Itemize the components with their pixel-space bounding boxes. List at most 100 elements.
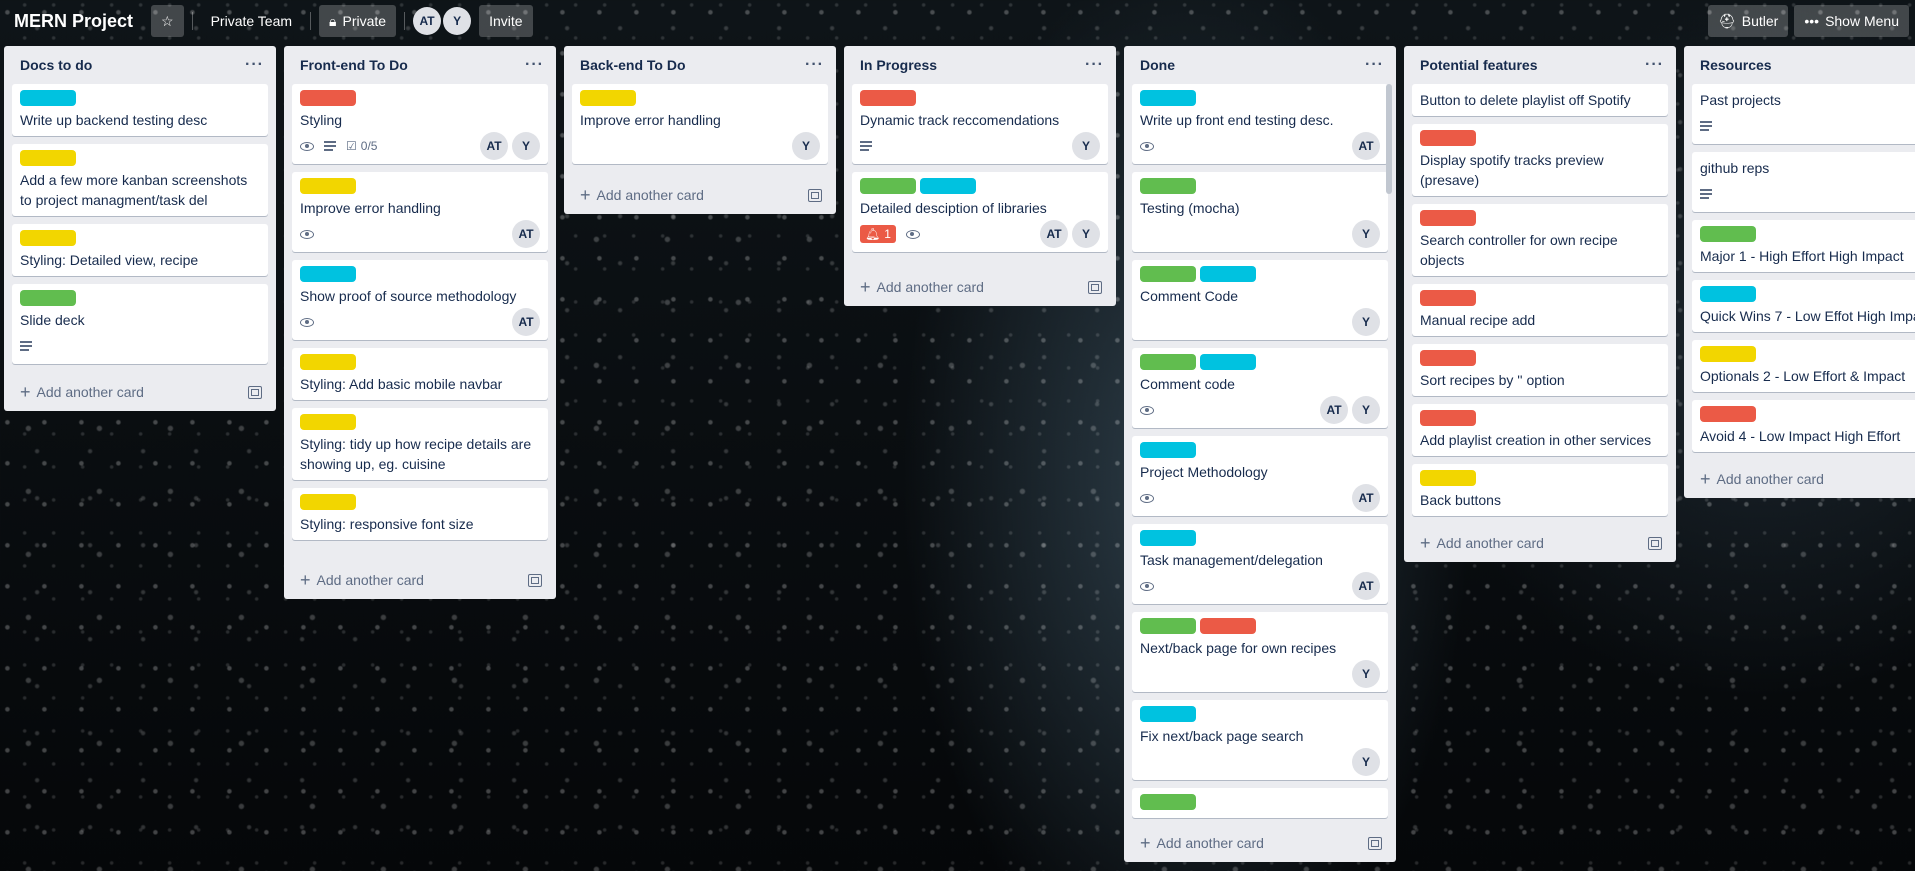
label-blue[interactable] [20, 90, 76, 106]
avatar[interactable]: Y [443, 7, 472, 35]
card[interactable]: Styling: Detailed view, recipe [12, 224, 268, 276]
label-yellow[interactable] [20, 230, 76, 246]
card[interactable]: Dynamic track reccomendations Y [852, 84, 1108, 164]
card[interactable]: Styling: responsive font size [292, 488, 548, 540]
label-yellow[interactable] [1700, 346, 1756, 362]
avatar[interactable]: AT [1352, 572, 1380, 600]
card[interactable]: Button to delete playlist off Spotify [1412, 84, 1668, 116]
card[interactable]: Display spotify tracks preview (presave) [1412, 124, 1668, 196]
avatar[interactable]: AT [1352, 132, 1380, 160]
list-title[interactable]: Front-end To Do [300, 57, 408, 73]
list-scrollbar[interactable] [1386, 84, 1392, 194]
label-green[interactable] [1140, 618, 1196, 634]
label-blue[interactable] [1140, 706, 1196, 722]
label-red[interactable] [1700, 406, 1756, 422]
add-card-button[interactable]: + Add another card [572, 176, 828, 214]
label-red[interactable] [1420, 290, 1476, 306]
card[interactable]: Back buttons [1412, 464, 1668, 516]
card[interactable]: Next/back page for own recipes Y [1132, 612, 1388, 692]
label-yellow[interactable] [300, 414, 356, 430]
add-card-button[interactable]: + Add another card [1692, 460, 1915, 498]
card[interactable] [1132, 788, 1388, 818]
card-template-icon[interactable] [528, 573, 542, 587]
label-blue[interactable] [1140, 90, 1196, 106]
list-menu-icon[interactable]: ··· [525, 56, 544, 74]
add-card-button[interactable]: + Add another card [1412, 524, 1668, 562]
card-template-icon[interactable] [808, 188, 822, 202]
label-yellow[interactable] [20, 150, 76, 166]
label-red[interactable] [1420, 210, 1476, 226]
label-blue[interactable] [1140, 442, 1196, 458]
card-template-icon[interactable] [248, 385, 262, 399]
list-title[interactable]: Resources [1700, 57, 1772, 73]
label-blue[interactable] [1200, 354, 1256, 370]
label-red[interactable] [1420, 350, 1476, 366]
card[interactable]: Improve error handling AT [292, 172, 548, 252]
card[interactable]: Quick Wins 7 - Low Effot High Impact [1692, 280, 1915, 332]
add-card-button[interactable]: + Add another card [292, 561, 548, 599]
card[interactable]: github reps [1692, 152, 1915, 212]
label-green[interactable] [1140, 266, 1196, 282]
avatar[interactable]: AT [512, 220, 540, 248]
card[interactable]: Optionals 2 - Low Effort & Impact [1692, 340, 1915, 392]
label-red[interactable] [1200, 618, 1256, 634]
label-yellow[interactable] [300, 178, 356, 194]
add-card-button[interactable]: + Add another card [852, 268, 1108, 306]
add-card-button[interactable]: + Add another card [12, 373, 268, 411]
card-template-icon[interactable] [1088, 280, 1102, 294]
avatar[interactable]: Y [512, 132, 540, 160]
card[interactable]: Styling: Add basic mobile navbar [292, 348, 548, 400]
list-title[interactable]: Potential features [1420, 57, 1537, 73]
avatar[interactable]: Y [1352, 748, 1380, 776]
avatar[interactable]: Y [1072, 220, 1100, 248]
star-button[interactable]: ☆ [151, 5, 184, 37]
card[interactable]: Styling ☑ 0/5 AT Y [292, 84, 548, 164]
label-green[interactable] [860, 178, 916, 194]
card[interactable]: Manual recipe add [1412, 284, 1668, 336]
list-menu-icon[interactable]: ··· [1645, 56, 1664, 74]
card[interactable]: Fix next/back page search Y [1132, 700, 1388, 780]
list-menu-icon[interactable]: ··· [805, 56, 824, 74]
card[interactable]: Avoid 4 - Low Impact High Effort [1692, 400, 1915, 452]
card[interactable]: Add playlist creation in other services [1412, 404, 1668, 456]
list-menu-icon[interactable]: ··· [1085, 56, 1104, 74]
label-green[interactable] [1140, 354, 1196, 370]
avatar[interactable]: Y [792, 132, 820, 160]
invite-button[interactable]: Invite [479, 5, 533, 37]
label-blue[interactable] [300, 266, 356, 282]
avatar[interactable]: AT [512, 308, 540, 336]
label-blue[interactable] [1700, 286, 1756, 302]
card[interactable]: Sort recipes by '' option [1412, 344, 1668, 396]
card[interactable]: Detailed desciption of libraries 🔔︎ 1 AT Y [852, 172, 1108, 252]
card[interactable]: Project Methodology AT [1132, 436, 1388, 516]
list-title[interactable]: Docs to do [20, 57, 92, 73]
list-title[interactable]: Back-end To Do [580, 57, 686, 73]
label-blue[interactable] [920, 178, 976, 194]
avatar[interactable]: AT [413, 7, 442, 35]
card[interactable]: Past projects [1692, 84, 1915, 144]
card[interactable]: Major 1 - High Effort High Impact [1692, 220, 1915, 272]
card-template-icon[interactable] [1368, 836, 1382, 850]
card[interactable]: Comment code AT Y [1132, 348, 1388, 428]
label-yellow[interactable] [300, 494, 356, 510]
label-blue[interactable] [1200, 266, 1256, 282]
list-title[interactable]: In Progress [860, 57, 937, 73]
label-red[interactable] [1420, 410, 1476, 426]
avatar[interactable]: AT [1352, 484, 1380, 512]
list-menu-icon[interactable]: ··· [1365, 56, 1384, 74]
avatar[interactable]: Y [1352, 396, 1380, 424]
label-red[interactable] [1420, 130, 1476, 146]
card[interactable]: Add a few more kanban screenshots to pro… [12, 144, 268, 216]
label-red[interactable] [300, 90, 356, 106]
label-green[interactable] [1700, 226, 1756, 242]
list-title[interactable]: Done [1140, 57, 1175, 73]
card[interactable]: Search controller for own recipe objects [1412, 204, 1668, 276]
add-card-button[interactable]: + Add another card [1132, 824, 1388, 862]
visibility-button[interactable]: 🔒︎ Private [319, 5, 397, 37]
card[interactable]: Write up backend testing desc [12, 84, 268, 136]
card[interactable]: Write up front end testing desc. AT [1132, 84, 1388, 164]
label-yellow[interactable] [580, 90, 636, 106]
label-green[interactable] [20, 290, 76, 306]
avatar[interactable]: Y [1352, 220, 1380, 248]
avatar[interactable]: AT [1320, 396, 1348, 424]
